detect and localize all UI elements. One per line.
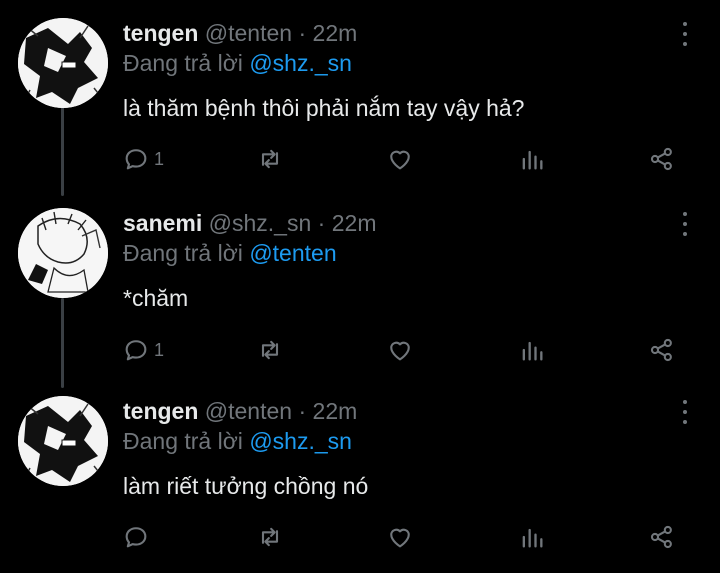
reply-to-handle[interactable]: @shz._sn bbox=[249, 50, 352, 76]
tweet[interactable]: tengen @tenten · 22m Đang trả lời @shz._… bbox=[0, 18, 720, 198]
tweet-text: là thăm bệnh thôi phải nắm tay vậy hả? bbox=[123, 95, 525, 121]
share-button[interactable] bbox=[648, 522, 676, 552]
retweet-button[interactable] bbox=[256, 335, 284, 365]
avatar[interactable] bbox=[18, 396, 108, 486]
share-button[interactable] bbox=[648, 144, 676, 174]
reply-button[interactable]: 1 bbox=[122, 144, 164, 174]
timestamp[interactable]: 22m bbox=[313, 398, 358, 424]
analytics-button[interactable] bbox=[518, 144, 546, 174]
display-name[interactable]: tengen bbox=[123, 20, 198, 46]
tweet-text: làm riết tưởng chồng nó bbox=[123, 473, 369, 499]
action-bar: 1 bbox=[0, 335, 720, 365]
action-bar: 1 bbox=[0, 144, 720, 174]
share-button[interactable] bbox=[648, 335, 676, 365]
reply-prefix: Đang trả lời bbox=[123, 50, 243, 76]
user-handle[interactable]: @tenten bbox=[205, 20, 292, 46]
separator: · bbox=[298, 398, 307, 424]
display-name[interactable]: tengen bbox=[123, 398, 198, 424]
user-handle[interactable]: @shz._sn bbox=[209, 210, 312, 236]
separator: · bbox=[317, 210, 326, 236]
reply-to-handle[interactable]: @tenten bbox=[249, 240, 336, 266]
retweet-button[interactable] bbox=[256, 144, 284, 174]
share-icon bbox=[650, 338, 672, 362]
more-icon[interactable] bbox=[680, 210, 690, 238]
reply-count: 1 bbox=[154, 148, 165, 169]
retweet-icon bbox=[261, 527, 279, 547]
avatar[interactable] bbox=[18, 18, 108, 108]
analytics-button[interactable] bbox=[518, 335, 546, 365]
reply-to-handle[interactable]: @shz._sn bbox=[249, 428, 352, 454]
reply-button[interactable]: 1 bbox=[122, 335, 164, 365]
reply-icon bbox=[125, 340, 147, 361]
reply-context: Đang trả lời @shz._sn bbox=[123, 426, 352, 456]
analytics-icon bbox=[522, 528, 543, 548]
share-icon bbox=[650, 525, 672, 549]
like-button[interactable] bbox=[386, 522, 414, 552]
more-icon[interactable] bbox=[680, 398, 690, 426]
like-icon bbox=[390, 341, 410, 361]
analytics-icon bbox=[522, 341, 543, 361]
separator: · bbox=[298, 20, 307, 46]
like-button[interactable] bbox=[386, 335, 414, 365]
like-button[interactable] bbox=[386, 144, 414, 174]
reply-context: Đang trả lời @shz._sn bbox=[123, 48, 352, 78]
reply-icon bbox=[125, 527, 147, 548]
tweet-header: sanemi @shz._sn · 22m bbox=[123, 208, 376, 238]
tweet[interactable]: tengen @tenten · 22m Đang trả lời @shz._… bbox=[0, 396, 720, 573]
avatar[interactable] bbox=[18, 208, 108, 298]
retweet-icon bbox=[261, 149, 279, 169]
reply-button[interactable] bbox=[122, 522, 154, 552]
retweet-button[interactable] bbox=[256, 522, 284, 552]
timestamp[interactable]: 22m bbox=[332, 210, 377, 236]
tweet[interactable]: sanemi @shz._sn · 22m Đang trả lời @tent… bbox=[0, 208, 720, 388]
like-icon bbox=[390, 528, 410, 548]
more-icon[interactable] bbox=[680, 20, 690, 48]
timestamp[interactable]: 22m bbox=[313, 20, 358, 46]
reply-icon bbox=[125, 149, 147, 170]
tweet-text: *chăm bbox=[123, 285, 189, 311]
user-handle[interactable]: @tenten bbox=[205, 398, 292, 424]
reply-context: Đang trả lời @tenten bbox=[123, 238, 337, 268]
analytics-icon bbox=[522, 150, 543, 170]
reply-prefix: Đang trả lời bbox=[123, 240, 243, 266]
action-bar bbox=[0, 522, 720, 552]
retweet-icon bbox=[261, 340, 279, 360]
analytics-button[interactable] bbox=[518, 522, 546, 552]
reply-prefix: Đang trả lời bbox=[123, 428, 243, 454]
reply-count: 1 bbox=[154, 339, 165, 360]
tweet-header: tengen @tenten · 22m bbox=[123, 396, 357, 426]
tweet-header: tengen @tenten · 22m bbox=[123, 18, 357, 48]
display-name[interactable]: sanemi bbox=[123, 210, 202, 236]
like-icon bbox=[390, 150, 410, 170]
share-icon bbox=[650, 147, 672, 171]
